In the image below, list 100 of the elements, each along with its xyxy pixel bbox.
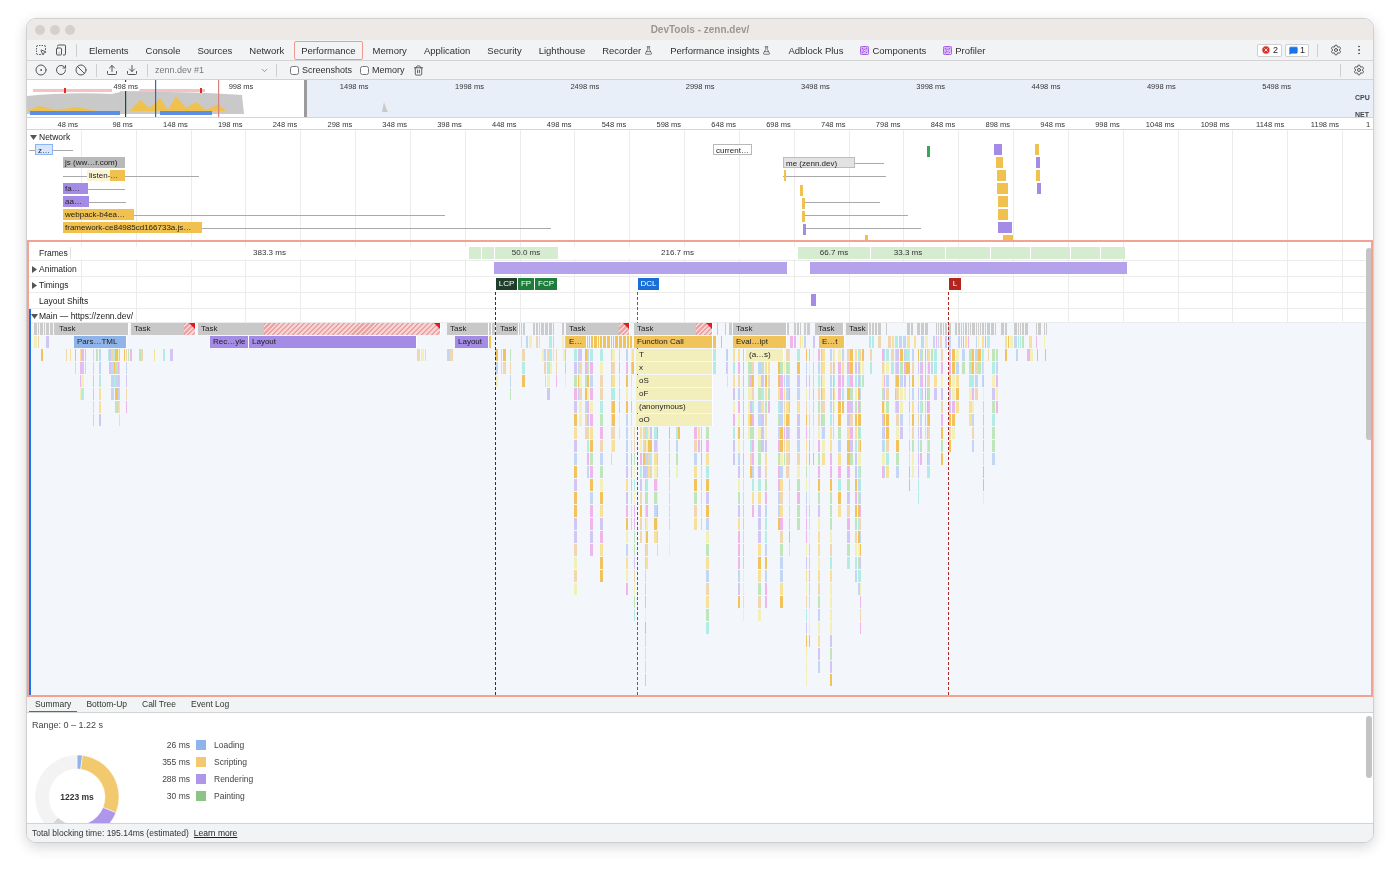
panel-tab[interactable]: Sources	[190, 40, 240, 60]
request-bar[interactable]: fa…	[63, 183, 88, 194]
panel-tab[interactable]: Memory	[365, 40, 414, 60]
task-block[interactable]: Task	[566, 323, 630, 335]
settings-icon[interactable]	[1330, 44, 1342, 56]
record-icon[interactable]	[35, 64, 47, 76]
request-bar[interactable]: current…	[713, 144, 752, 155]
download-icon[interactable]	[126, 64, 138, 76]
request-bar[interactable]: js (ww…r.com)	[63, 157, 125, 168]
request-bar[interactable]: z…	[35, 144, 53, 155]
checkbox[interactable]	[360, 65, 370, 75]
event-block[interactable]: E…t	[819, 336, 845, 348]
task-block[interactable]: Task	[733, 323, 787, 335]
task-block[interactable]: Task	[634, 323, 713, 335]
track-label[interactable]: Frames	[39, 248, 68, 258]
scrollbar[interactable]	[1366, 248, 1371, 440]
timing-marker[interactable]: FP	[518, 278, 534, 290]
expand-arrow-icon[interactable]	[30, 134, 37, 141]
event-block[interactable]: oO	[636, 414, 713, 426]
track-label[interactable]: Timings	[39, 280, 69, 290]
atom-icon	[943, 45, 953, 55]
panel-tab[interactable]: Lighthouse	[531, 40, 593, 60]
track-label[interactable]: Animation	[39, 264, 77, 274]
settings-icon[interactable]	[1353, 64, 1365, 76]
event-block[interactable]: oS	[636, 375, 713, 387]
layout-shift-marker[interactable]	[811, 294, 816, 306]
event-block[interactable]: oF	[636, 388, 713, 400]
track-label[interactable]: Main — https://zenn.dev/	[39, 311, 134, 321]
details-tab[interactable]: Event Log	[185, 697, 236, 712]
event-block[interactable]: Layout	[249, 336, 417, 348]
details-tab[interactable]: Bottom-Up	[80, 697, 133, 712]
donut-total: 1223 ms	[60, 792, 94, 802]
timing-marker[interactable]: DCL	[638, 278, 659, 290]
category-time: 355 ms	[161, 757, 190, 767]
panel-tab[interactable]: Profiler	[936, 40, 993, 60]
message-icon	[1289, 45, 1298, 55]
panel-tab[interactable]: Performance insights	[663, 40, 779, 60]
error-icon	[1260, 45, 1271, 55]
request-bar[interactable]: me (zenn.dev)	[783, 157, 855, 168]
task-block[interactable]: Task	[815, 323, 844, 335]
details-tab[interactable]: Summary	[29, 697, 78, 712]
window-title: DevTools - zenn.dev/	[650, 24, 750, 35]
expand-arrow-icon[interactable]	[31, 313, 38, 320]
expand-arrow-icon[interactable]	[31, 266, 38, 273]
timing-marker[interactable]: LCP	[496, 278, 517, 290]
task-block[interactable]: Task	[846, 323, 869, 335]
panel-tab[interactable]: Application	[416, 40, 478, 60]
timing-marker[interactable]: FCP	[535, 278, 557, 290]
scrollbar[interactable]	[1366, 716, 1372, 778]
inspect-icon[interactable]	[35, 44, 47, 56]
learn-more-link[interactable]: Learn more	[193, 828, 238, 838]
request-bar[interactable]: webpack-b4ea…	[63, 209, 134, 220]
panel-tab[interactable]: Performance	[294, 40, 363, 60]
issue-count: 1	[1300, 45, 1305, 55]
event-block[interactable]: Eval…ipt	[733, 336, 787, 348]
event-block[interactable]: E…	[566, 336, 587, 348]
timing-marker[interactable]: L	[949, 278, 961, 290]
event-block[interactable]: (anonymous)	[636, 401, 713, 413]
task-block[interactable]: Task	[497, 323, 519, 335]
expand-arrow-icon[interactable]	[31, 282, 38, 289]
reload-icon[interactable]	[55, 64, 67, 76]
event-block[interactable]: Layout	[455, 336, 489, 348]
panel-tab[interactable]: Console	[138, 40, 188, 60]
recording-select[interactable]: zenn.dev #1	[153, 65, 271, 75]
event-block[interactable]: x	[636, 362, 713, 374]
checkbox-label[interactable]: Memory	[372, 65, 405, 75]
frame-block[interactable]: 50.0 ms	[494, 247, 557, 259]
checkbox-label[interactable]: Screenshots	[302, 65, 353, 75]
frame-block[interactable]: 33.3 ms	[870, 247, 945, 259]
error-badge[interactable]: 2	[1256, 43, 1282, 57]
track-label[interactable]: Layout Shifts	[39, 296, 89, 306]
issue-count: 2	[1272, 45, 1278, 55]
panel-tab[interactable]: Components	[853, 40, 934, 60]
clear-icon[interactable]	[75, 64, 87, 76]
panel-tab[interactable]: Network	[242, 40, 292, 60]
upload-icon[interactable]	[106, 64, 118, 76]
task-block[interactable]: Task	[447, 323, 489, 335]
trash-icon[interactable]	[413, 64, 425, 76]
request-bar[interactable]: aa…	[63, 196, 89, 207]
event-block[interactable]: Function Call	[634, 336, 713, 348]
panel-tab[interactable]: Elements	[82, 40, 136, 60]
frame-block[interactable]: 66.7 ms	[797, 247, 870, 259]
event-block[interactable]: T	[636, 349, 713, 361]
device-icon[interactable]	[55, 44, 67, 56]
event-block[interactable]: Rec…yle	[210, 336, 249, 348]
panel-tab[interactable]: Security	[480, 40, 529, 60]
checkbox[interactable]	[290, 65, 299, 75]
task-block[interactable]: Task	[56, 323, 129, 335]
frame-block[interactable]: 383.3 ms	[70, 247, 468, 259]
details-tab[interactable]: Call Tree	[136, 697, 182, 712]
event-block[interactable]: (a…s)	[746, 349, 784, 361]
task-block[interactable]: Task	[131, 323, 196, 335]
frame-block[interactable]: 216.7 ms	[557, 247, 797, 259]
panel-tab[interactable]: Adblock Plus	[781, 40, 851, 60]
request-bar[interactable]: framework-ce84985cd166733a.js…	[63, 222, 202, 233]
task-block[interactable]: Task	[198, 323, 441, 335]
event-block[interactable]: Pars…TML	[74, 336, 127, 348]
message-badge[interactable]: 1	[1285, 43, 1309, 57]
track-label[interactable]: Network	[39, 132, 71, 142]
panel-tab[interactable]: Recorder	[595, 40, 661, 60]
